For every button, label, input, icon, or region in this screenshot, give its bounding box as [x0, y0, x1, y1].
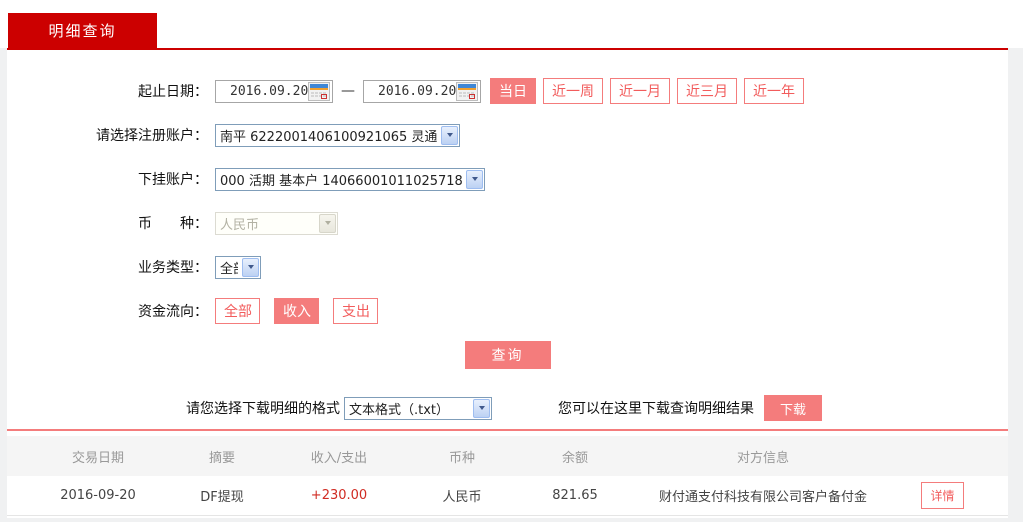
- date-range-label: 起止日期：: [138, 84, 208, 100]
- currency-value: 人民币: [220, 217, 260, 233]
- date-range-row: 起止日期： 2016.09.20 — 2016.09.20 当日 近一周 近一月…: [7, 69, 1008, 113]
- tab-detail-query[interactable]: 明细查询: [8, 13, 157, 48]
- fund-direction-buttons: 全部 收入 支出: [215, 298, 378, 324]
- currency-row: 币 种： 人民币: [7, 201, 1008, 245]
- results-table: 交易日期 摘要 收入/支出 币种 余额 对方信息 2016-09-20 DF提现…: [7, 436, 1008, 516]
- business-type-value: 全部: [220, 261, 238, 277]
- register-account-label: 请选择注册账户：: [96, 128, 208, 144]
- sub-account-label: 下挂账户：: [138, 172, 208, 188]
- sub-account-row: 下挂账户： 000 活期 基本户 1406600101102571848: [7, 157, 1008, 201]
- table-row: 2016-09-20 DF提现 +230.00 人民币 821.65 财付通支付…: [7, 476, 1008, 516]
- quick-range-3months-button[interactable]: 近三月: [677, 78, 737, 104]
- download-format-value: 文本格式（.txt）: [349, 402, 450, 418]
- end-date-input[interactable]: 2016.09.20: [363, 79, 481, 103]
- calendar-icon[interactable]: [456, 81, 479, 101]
- business-type-select[interactable]: 全部: [215, 255, 261, 279]
- start-date-value: 2016.09.20: [230, 83, 309, 99]
- chevron-down-icon: [319, 213, 336, 233]
- quick-range-year-button[interactable]: 近一年: [744, 78, 804, 104]
- chevron-down-icon[interactable]: [242, 257, 259, 277]
- sub-account-value: 000 活期 基本户 1406600101102571848: [220, 173, 462, 189]
- register-account-select[interactable]: 南平 6222001406100921065 灵通卡: [215, 123, 460, 147]
- table-header-row: 交易日期 摘要 收入/支出 币种 余额 对方信息: [7, 436, 1008, 476]
- detail-button[interactable]: 详情: [921, 482, 964, 509]
- business-type-label: 业务类型：: [138, 260, 208, 276]
- query-button[interactable]: 查询: [464, 341, 551, 369]
- header-date: 交易日期: [71, 450, 124, 466]
- fund-direction-all-button[interactable]: 全部: [215, 298, 260, 324]
- chevron-down-icon[interactable]: [466, 169, 483, 189]
- download-row: 请您选择下载明细的格式 文本格式（.txt） 您可以在这里下载查询明细结果 下载: [7, 395, 1008, 421]
- header-currency: 币种: [448, 450, 475, 466]
- cell-currency: 人民币: [442, 490, 482, 505]
- query-panel: 起止日期： 2016.09.20 — 2016.09.20 当日 近一周 近一月…: [7, 50, 1008, 518]
- header-counterparty: 对方信息: [736, 450, 789, 466]
- business-type-row: 业务类型： 全部: [7, 245, 1008, 289]
- end-date-value: 2016.09.20: [378, 83, 457, 99]
- table-top-divider: [7, 429, 1008, 431]
- download-hint-text: 您可以在这里下载查询明细结果: [558, 401, 754, 417]
- cell-amount: +230.00: [310, 488, 368, 503]
- download-format-label: 请您选择下载明细的格式: [186, 401, 340, 417]
- fund-direction-expense-button[interactable]: 支出: [333, 298, 378, 324]
- chevron-down-icon[interactable]: [473, 398, 490, 418]
- quick-range-today-button[interactable]: 当日: [490, 78, 536, 104]
- calendar-icon[interactable]: [308, 81, 331, 101]
- download-button[interactable]: 下载: [764, 395, 822, 421]
- cell-date: 2016-09-20: [60, 488, 136, 503]
- header-summary: 摘要: [208, 450, 235, 466]
- fund-direction-row: 资金流向： 全部 收入 支出: [7, 289, 1008, 333]
- start-date-input[interactable]: 2016.09.20: [215, 79, 333, 103]
- date-range-separator: —: [341, 83, 355, 99]
- currency-label: 币 种：: [138, 216, 208, 232]
- cell-counterparty: 财付通支付科技有限公司客户备付金: [658, 490, 867, 505]
- quick-range-week-button[interactable]: 近一周: [543, 78, 603, 104]
- query-button-row: 查询: [7, 341, 1008, 369]
- register-account-row: 请选择注册账户： 南平 6222001406100921065 灵通卡: [7, 113, 1008, 157]
- quick-range-buttons: 当日 近一周 近一月 近三月 近一年: [490, 78, 804, 104]
- header-amount: 收入/支出: [310, 450, 368, 466]
- download-format-select[interactable]: 文本格式（.txt）: [344, 396, 492, 420]
- cell-balance: 821.65: [552, 488, 598, 503]
- register-account-value: 南平 6222001406100921065 灵通卡: [220, 129, 437, 145]
- cell-summary: DF提现: [200, 490, 244, 505]
- cell-action: 详情: [877, 482, 1008, 509]
- quick-range-month-button[interactable]: 近一月: [610, 78, 670, 104]
- fund-direction-label: 资金流向：: [138, 304, 208, 320]
- header-balance: 余额: [561, 450, 588, 466]
- currency-select: 人民币: [215, 211, 338, 235]
- fund-direction-income-button[interactable]: 收入: [274, 298, 319, 324]
- tab-label: 明细查询: [48, 22, 117, 40]
- chevron-down-icon[interactable]: [441, 125, 458, 145]
- sub-account-select[interactable]: 000 活期 基本户 1406600101102571848: [215, 167, 485, 191]
